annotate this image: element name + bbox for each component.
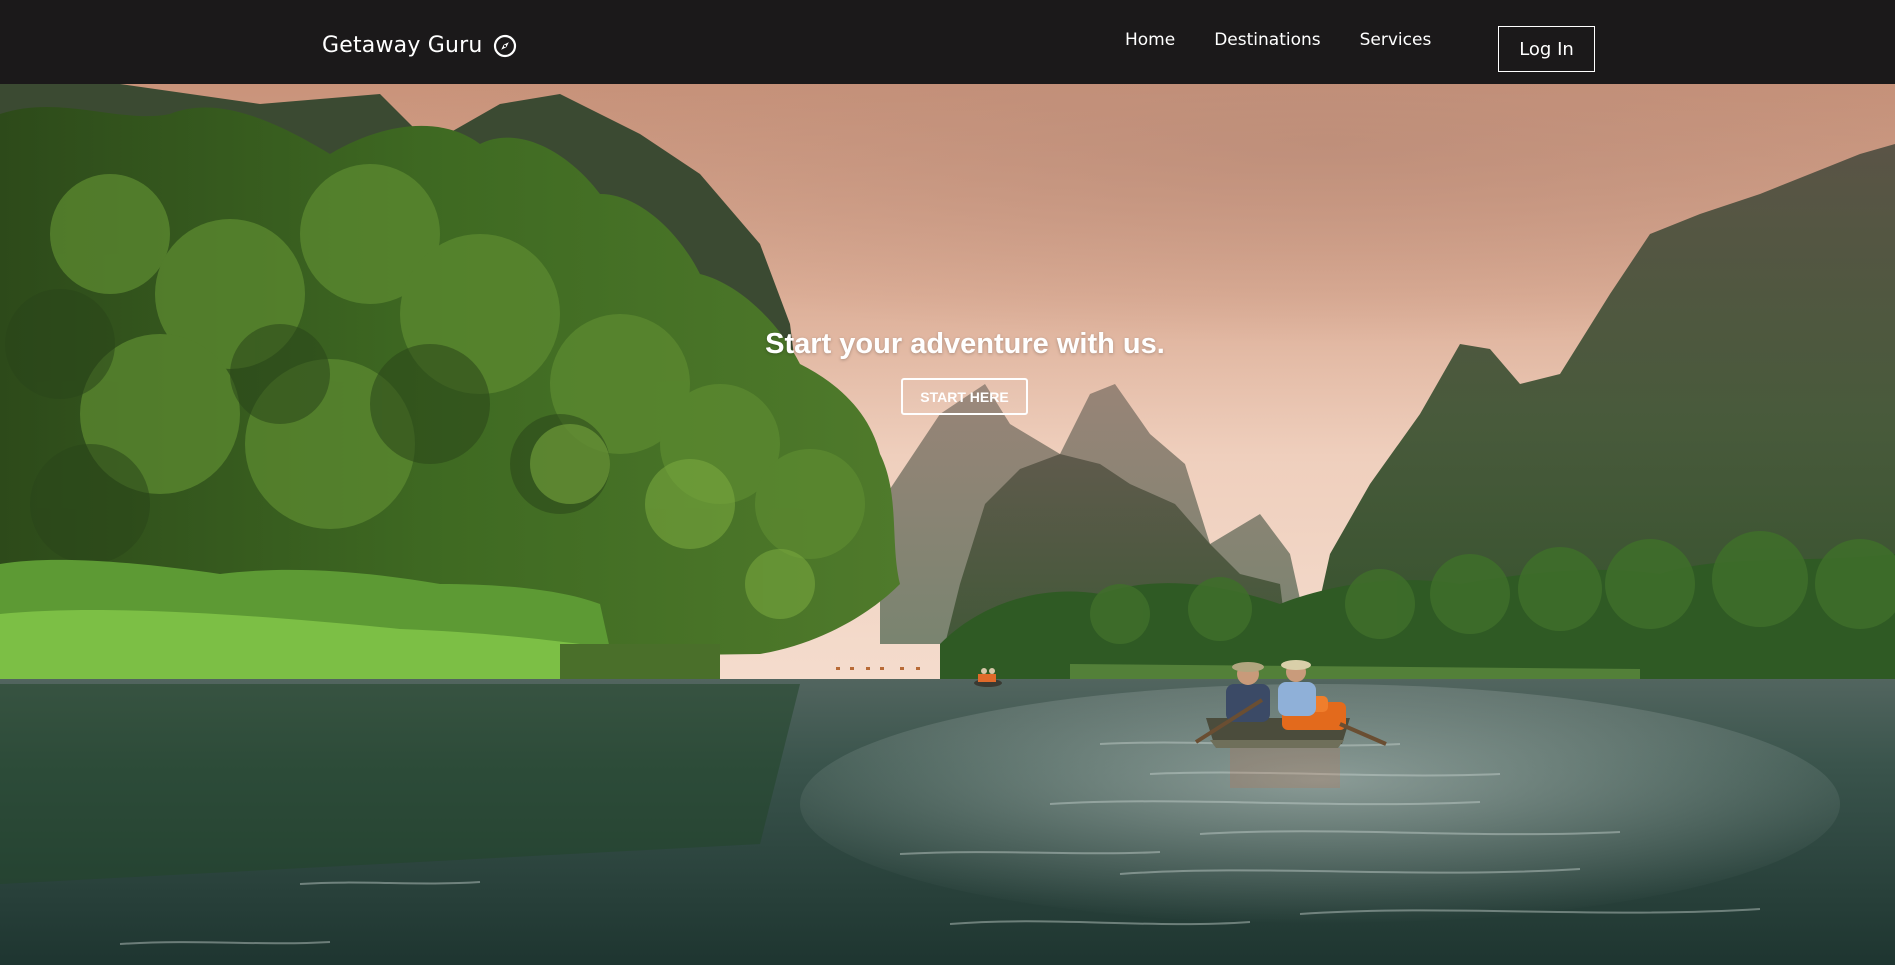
nav-destinations[interactable]: Destinations (1214, 30, 1320, 50)
landing-page: Getaway Guru Home Destinations Services … (0, 0, 1895, 965)
hero-background-image (0, 84, 1895, 965)
brand-logo[interactable]: Getaway Guru (322, 33, 517, 58)
brand-name: Getaway Guru (322, 33, 483, 58)
top-navbar: Getaway Guru Home Destinations Services … (0, 0, 1895, 84)
main-nav: Home Destinations Services (1125, 30, 1470, 50)
compass-icon (493, 34, 517, 58)
start-here-button[interactable]: START HERE (901, 378, 1028, 415)
hero-section: Start your adventure with us. START HERE (0, 84, 1895, 965)
nav-home[interactable]: Home (1125, 30, 1175, 50)
login-button[interactable]: Log In (1498, 26, 1595, 72)
nav-services[interactable]: Services (1360, 30, 1432, 50)
hero-title: Start your adventure with us. (765, 328, 1165, 360)
